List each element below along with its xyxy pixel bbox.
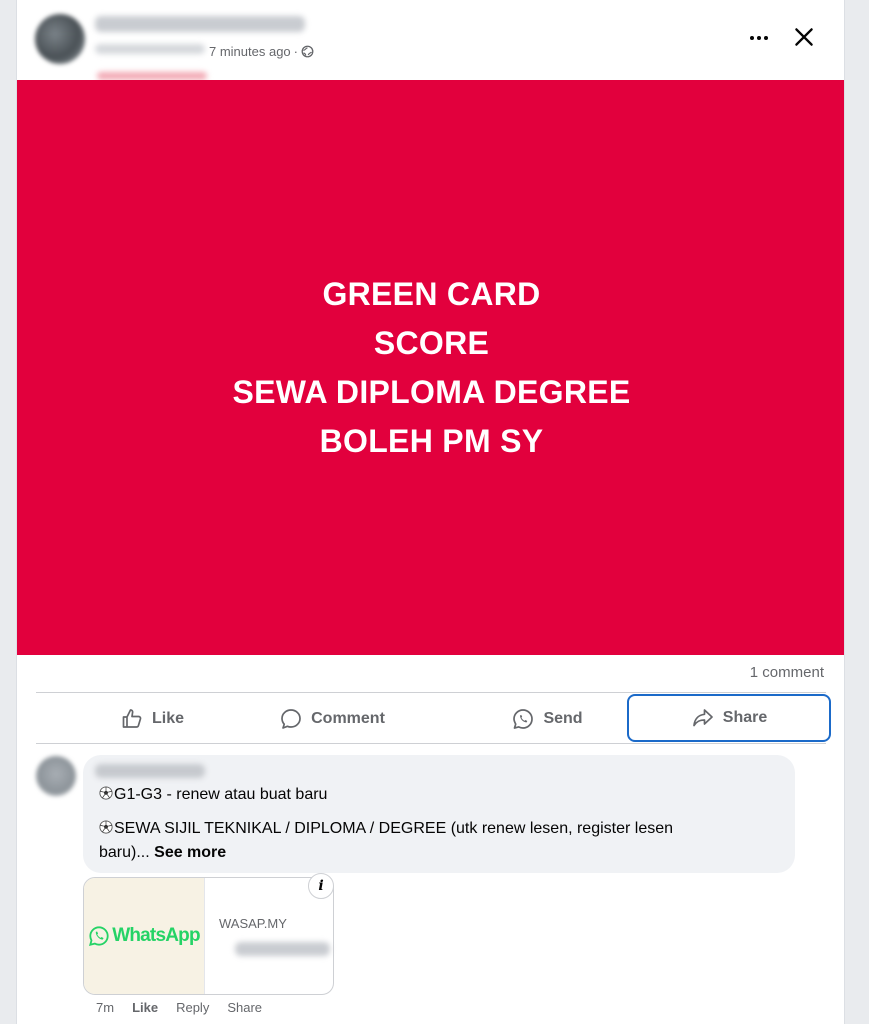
send-button[interactable]: Send bbox=[472, 696, 622, 742]
comment-count[interactable]: 1 comment bbox=[750, 664, 824, 681]
image-text-line-2: SCORE bbox=[373, 324, 490, 361]
soccer-ball-icon bbox=[99, 786, 113, 800]
comment-line-1-text: G1-G3 - renew atau buat baru bbox=[114, 786, 328, 803]
post-header: 7 minutes ago · bbox=[17, 0, 844, 80]
author-avatar[interactable] bbox=[35, 14, 85, 64]
link-preview-card[interactable]: WhatsApp WASAP.MY bbox=[83, 877, 334, 995]
whatsapp-brand-text: WhatsApp bbox=[112, 925, 200, 946]
author-name-redacted[interactable] bbox=[95, 16, 305, 32]
post-image[interactable]: GREEN CARD SCORE SEWA DIPLOMA DEGREE BOL… bbox=[17, 80, 844, 655]
comment-actions: 7m Like Reply Share bbox=[96, 1000, 262, 1015]
comment-bubble-icon bbox=[281, 709, 301, 729]
soccer-ball-icon bbox=[99, 820, 113, 834]
link-domain: WASAP.MY bbox=[219, 916, 287, 931]
comment-share-link[interactable]: Share bbox=[227, 1000, 262, 1015]
link-title-redacted bbox=[235, 942, 330, 956]
redacted-strip bbox=[97, 72, 207, 80]
see-more-link[interactable]: See more bbox=[154, 844, 226, 861]
comment-line-3: baru)... See more bbox=[99, 841, 226, 865]
share-label: Share bbox=[722, 709, 768, 726]
comment-line-2-text: SEWA SIJIL TEKNIKAL / DIPLOMA / DEGREE (… bbox=[114, 820, 674, 837]
like-button[interactable]: Like bbox=[77, 696, 227, 742]
comment-line-1: G1-G3 - renew atau buat baru bbox=[99, 783, 327, 807]
thumbs-up-icon bbox=[122, 709, 142, 728]
post-card: 7 minutes ago · GREEN CARD SCORE SEWA DI… bbox=[16, 0, 845, 1024]
comment-line-3-text: baru)... bbox=[99, 844, 150, 861]
share-arrow-icon bbox=[692, 709, 713, 727]
like-label: Like bbox=[151, 710, 184, 727]
globe-icon bbox=[301, 45, 314, 58]
comment-button[interactable]: Comment bbox=[257, 696, 407, 742]
author-subtitle-redacted bbox=[95, 44, 205, 54]
image-text-line-3: SEWA DIPLOMA DEGREE bbox=[232, 373, 631, 410]
commenter-avatar[interactable] bbox=[36, 756, 76, 796]
whatsapp-logo-icon bbox=[89, 926, 109, 946]
timestamp-separator: · bbox=[293, 44, 299, 59]
more-horizontal-icon[interactable] bbox=[747, 26, 771, 50]
comment-label: Comment bbox=[311, 710, 385, 727]
post-timestamp[interactable]: 7 minutes ago · bbox=[209, 44, 314, 59]
comment-age[interactable]: 7m bbox=[96, 1000, 114, 1015]
divider bbox=[36, 692, 826, 693]
close-icon[interactable] bbox=[791, 24, 817, 50]
image-text-line-1: GREEN CARD bbox=[322, 275, 541, 312]
timestamp-text: 7 minutes ago bbox=[209, 44, 291, 59]
share-button[interactable]: Share bbox=[627, 694, 831, 742]
comment-like-link[interactable]: Like bbox=[132, 1000, 158, 1015]
commenter-name-redacted[interactable] bbox=[95, 764, 205, 778]
link-thumbnail: WhatsApp bbox=[84, 878, 205, 994]
whatsapp-send-icon bbox=[513, 709, 534, 729]
image-text-line-4: BOLEH PM SY bbox=[319, 422, 544, 459]
divider bbox=[36, 743, 826, 744]
comment-line-2: SEWA SIJIL TEKNIKAL / DIPLOMA / DEGREE (… bbox=[99, 817, 673, 841]
comment-reply-link[interactable]: Reply bbox=[176, 1000, 209, 1015]
info-icon[interactable]: i bbox=[308, 873, 334, 899]
send-label: Send bbox=[543, 710, 583, 727]
